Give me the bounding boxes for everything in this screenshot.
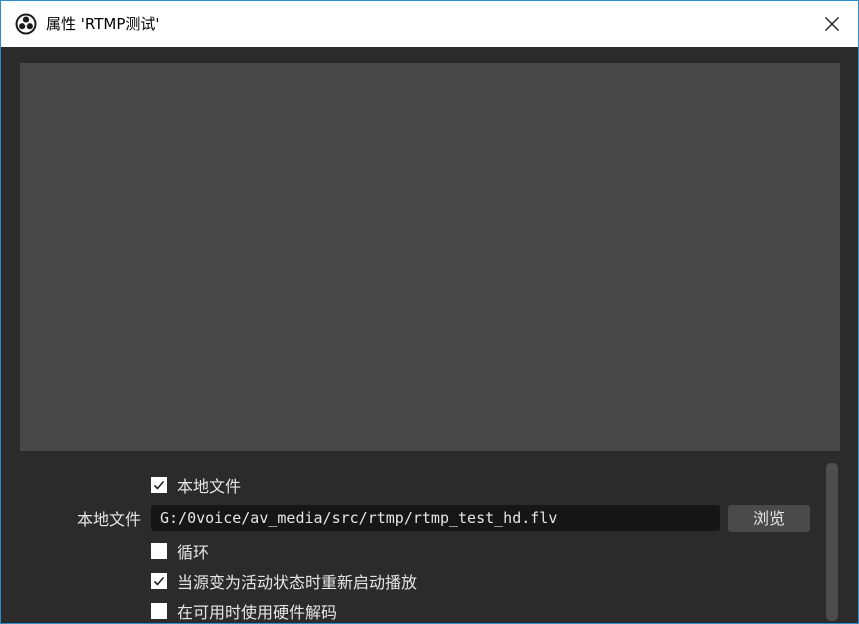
local-file-path-label: 本地文件: [76, 510, 141, 529]
loop-checkbox-row[interactable]: 循环: [151, 539, 209, 563]
local-file-checkbox-row[interactable]: 本地文件: [151, 473, 241, 497]
hw-decode-checkbox-row[interactable]: 在可用时使用硬件解码: [151, 599, 337, 623]
checkmark-icon: [153, 480, 165, 490]
browse-button[interactable]: 浏览: [728, 505, 810, 532]
properties-window: 属性 'RTMP测试' 本地文件 本地文件 G:/0voice/av_media…: [0, 0, 859, 624]
restart-on-activate-checkbox-row[interactable]: 当源变为活动状态时重新启动播放: [151, 569, 417, 593]
restart-on-activate-checkbox-label: 当源变为活动状态时重新启动播放: [177, 573, 418, 592]
close-icon: [825, 17, 839, 31]
dialog-content: 本地文件 本地文件 G:/0voice/av_media/src/rtmp/rt…: [1, 47, 858, 623]
local-file-checkbox-label: 本地文件: [177, 477, 242, 496]
loop-checkbox-label: 循环: [177, 543, 210, 562]
source-preview: [20, 63, 840, 451]
window-title: 属性 'RTMP测试': [46, 15, 160, 33]
properties-panel: 本地文件 本地文件 G:/0voice/av_media/src/rtmp/rt…: [1, 461, 858, 623]
restart-on-activate-checkbox[interactable]: [151, 573, 167, 589]
local-file-checkbox[interactable]: [151, 477, 167, 493]
close-button[interactable]: [806, 1, 858, 47]
title-bar[interactable]: 属性 'RTMP测试': [1, 1, 858, 47]
hw-decode-checkbox[interactable]: [151, 603, 167, 619]
local-file-path-input[interactable]: G:/0voice/av_media/src/rtmp/rtmp_test_hd…: [151, 505, 720, 531]
loop-checkbox[interactable]: [151, 543, 167, 559]
checkmark-icon: [153, 576, 165, 586]
obs-logo-icon: [15, 13, 37, 35]
properties-scrollbar[interactable]: [826, 461, 838, 623]
hw-decode-checkbox-label: 在可用时使用硬件解码: [177, 603, 338, 622]
scrollbar-thumb[interactable]: [826, 463, 838, 621]
